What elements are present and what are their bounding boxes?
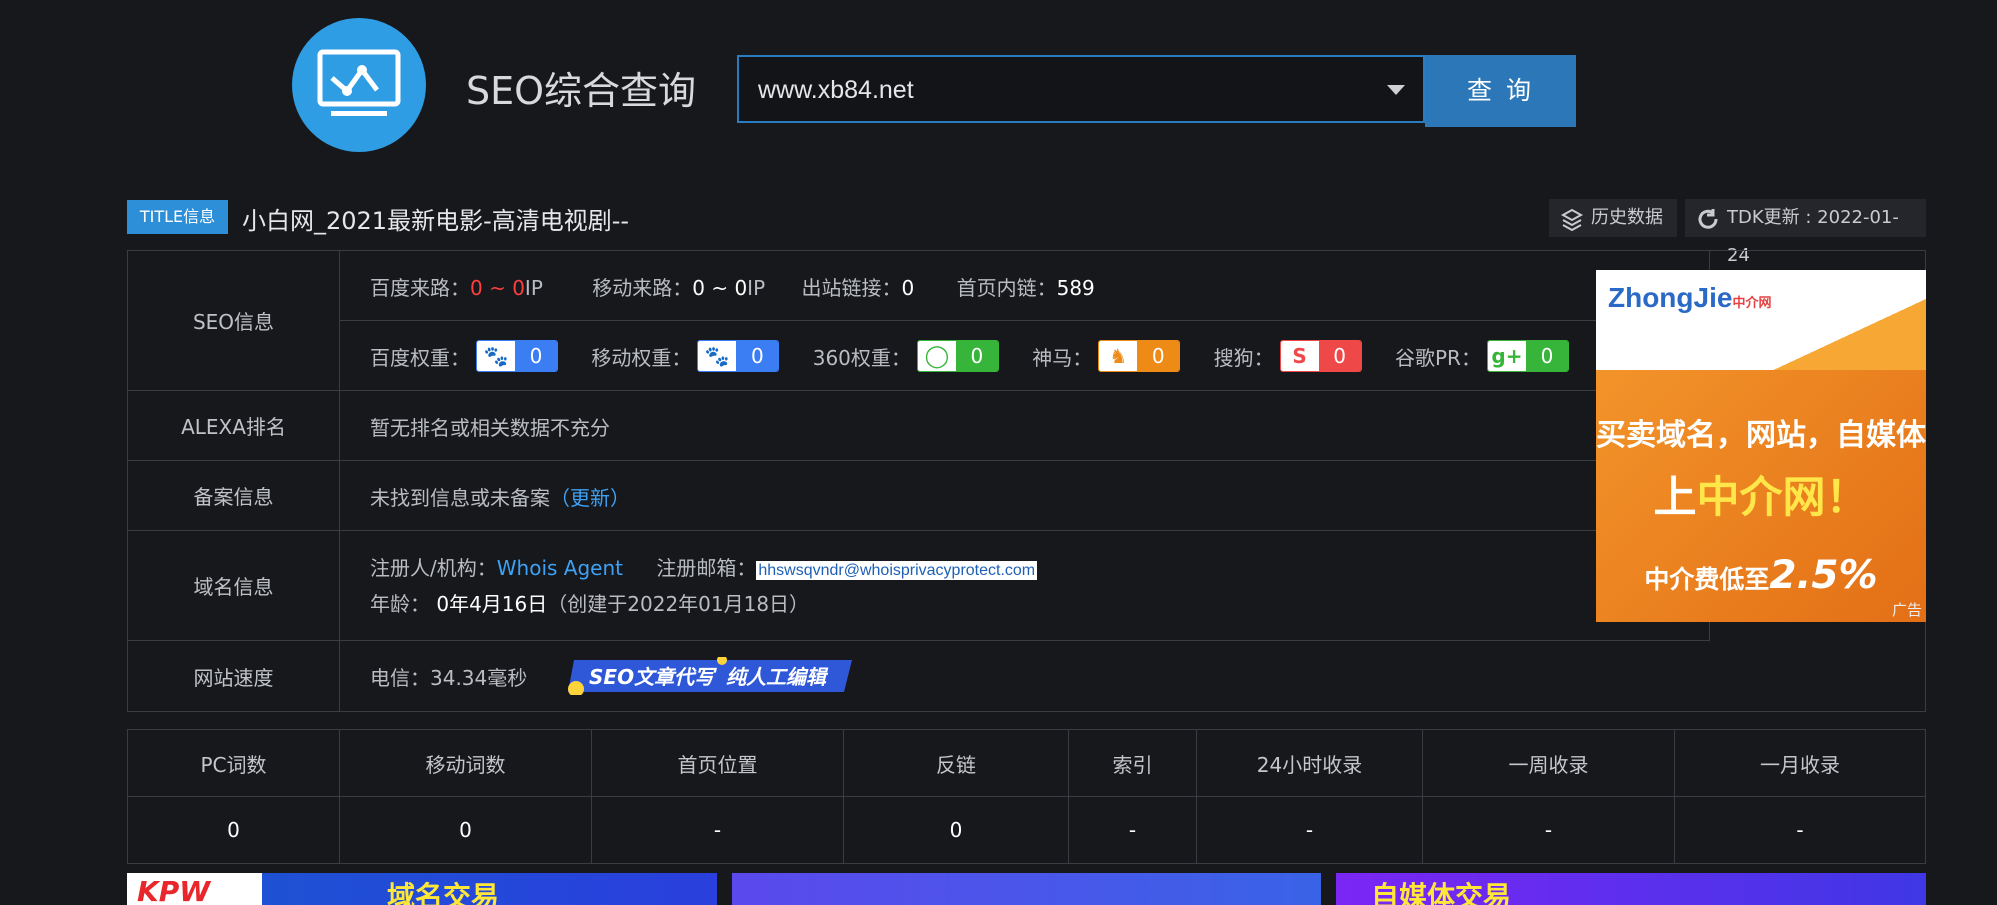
paw-icon: 🐾 [477,341,515,371]
google-plus-icon: g+ [1487,341,1526,371]
seo-writing-promo[interactable]: SEO文章代写 纯人工编辑 [568,655,852,697]
icp-value: 未找到信息或未备案 [370,486,550,510]
stats-value: 0 [127,796,340,864]
alexa-value: 暂无排名或相关数据不充分 [340,391,1710,461]
stack-icon [1560,208,1584,231]
seo-weights-row: 百度权重： 🐾 0 移动权重： 🐾 0 360权重： ◯ 0 神马： ♞ 0 搜狗： S 0 谷歌P… [340,321,1710,391]
icp-label: 备案信息 [128,461,340,531]
stats-value: 0 [339,796,592,864]
icp-row: 未找到信息或未备案（更新） [340,461,1710,531]
stats-header: 一周收录 [1422,729,1675,797]
stats-value: - [1422,796,1675,864]
icp-refresh-link[interactable]: （更新） [550,486,630,510]
stats-header: 24小时收录 [1196,729,1423,797]
stats-value: - [1674,796,1926,864]
domain-label: 域名信息 [128,531,340,641]
stats-header: PC词数 [127,729,340,797]
registrant-link[interactable]: Whois Agent [497,556,623,580]
ad-headline: 买卖域名，网站，自媒体 [1596,418,1926,453]
stats-value: - [1068,796,1197,864]
tdk-update-button[interactable]: TDK更新 : 2022-01-24 [1685,199,1926,266]
zhongjie-ad[interactable]: ZhongJie中介网 买卖域名，网站，自媒体 上中介网！ 中介费低至2.5% … [1596,270,1926,622]
query-button[interactable]: 查 询 [1425,55,1576,127]
domain-info-row: 注册人/机构：Whois Agent 注册邮箱： hhswsqvndr@whois… [340,531,1710,641]
paw-icon: 🐾 [698,341,737,371]
history-data-button[interactable]: 历史数据 [1549,199,1677,237]
seo-info-label: SEO信息 [128,251,340,391]
bottom-banner-middle[interactable] [732,873,1321,905]
stats-value: - [1196,796,1423,864]
shenma-weight[interactable]: 神马： ♞ 0 [1032,339,1181,373]
page-title: SEO综合查询 [466,69,697,113]
stats-header: 首页位置 [591,729,844,797]
mobile-weight[interactable]: 移动权重： 🐾 0 [591,339,780,373]
stats-value: - [591,796,844,864]
seo-traffic-row: 百度来路：0 ~ 0IP 移动来路：0 ~ 0IP 出站链接：0 首页内链：58… [340,251,1710,321]
360-weight[interactable]: 360权重： ◯ 0 [813,339,999,373]
ad-subheadline: 上中介网！ [1653,473,1869,523]
google-pr[interactable]: 谷歌PR： g+ 0 [1395,339,1569,373]
stats-header: 移动词数 [339,729,592,797]
bottom-banner-right[interactable]: 自媒体交易 [1336,873,1926,905]
sogou-icon: S [1280,341,1319,371]
app-logo [292,18,426,152]
history-data-label: 历史数据 [1591,207,1663,228]
stats-header: 反链 [843,729,1069,797]
title-info-badge: TITLE信息 [127,200,228,234]
baidu-weight[interactable]: 百度权重： 🐾 0 [370,339,558,373]
ring-icon: ◯ [917,341,956,371]
refresh-icon [1698,209,1718,229]
stats-header: 索引 [1068,729,1197,797]
ad-fee-line: 中介费低至2.5% [1644,553,1878,598]
horse-icon: ♞ [1099,341,1138,371]
stats-value: 0 [843,796,1069,864]
domain-search-input[interactable] [756,57,1360,123]
registrant-email[interactable]: hhswsqvndr@whoisprivacyprotect.com [756,561,1038,580]
stats-header-row: PC词数 移动词数 首页位置 反链 索引 24小时收录 一周收录 一月收录 [127,729,1926,797]
stats-value-row: 00-0---- [127,796,1926,864]
alexa-label: ALEXA排名 [128,391,340,461]
sogou-weight[interactable]: 搜狗： S 0 [1214,339,1362,373]
zhongjie-logo: ZhongJie中介网 [1608,282,1772,313]
speed-label: 网站速度 [128,641,340,711]
ranking-stats-table: PC词数 移动词数 首页位置 反链 索引 24小时收录 一周收录 一月收录 00-0---- [127,729,1926,864]
bottom-banner-left[interactable]: KPW 域名交易 [127,873,717,905]
stats-header: 一月收录 [1674,729,1926,797]
site-title: 小白网_2021最新电影-高清电视剧-- [242,207,630,235]
search-box[interactable] [737,55,1425,123]
ad-label: 广告 [1891,601,1922,619]
chevron-down-icon[interactable] [1387,85,1405,95]
monitor-chart-icon [317,49,401,116]
